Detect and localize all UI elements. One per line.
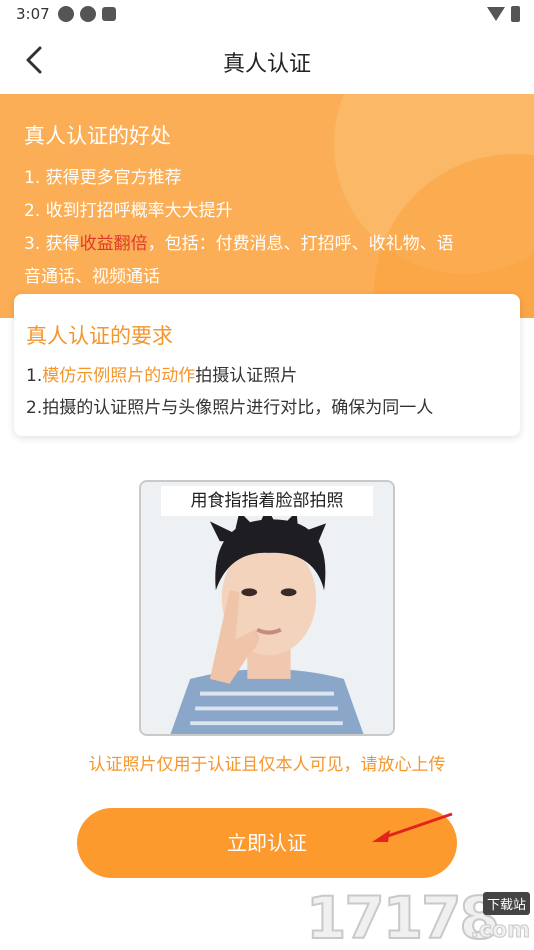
site-watermark: 17178 下载站 .com bbox=[305, 883, 534, 950]
status-notification-icons bbox=[58, 6, 116, 22]
benefit-item: 音通话、视频通话 bbox=[24, 267, 160, 287]
requirements-card: 真人认证的要求 1.模仿示例照片的动作拍摄认证照片 2.拍摄的认证照片与头像照片… bbox=[14, 294, 520, 436]
benefit-item-prefix: 3. 获得 bbox=[24, 234, 80, 254]
watermark-digits: 17178 bbox=[305, 883, 501, 950]
sample-photo: 用食指指着脸部拍照 bbox=[139, 480, 395, 736]
benefit-highlight: 收益翻倍 bbox=[79, 234, 148, 254]
benefit-item-suffix: ，包括：付费消息、打招呼、收礼物、语 bbox=[147, 234, 454, 254]
page-title: 真人认证 bbox=[222, 52, 311, 77]
benefits-panel: 真人认证的好处 1. 获得更多官方推荐 2. 收到打招呼概率大大提升 3. 获得… bbox=[0, 94, 534, 318]
watermark-tag: 下载站 bbox=[482, 892, 530, 915]
privacy-note: 认证照片仅用于认证且仅本人可见，请放心上传 bbox=[88, 755, 446, 775]
benefits-title: 真人认证的好处 bbox=[24, 124, 171, 148]
status-time: 3:07 bbox=[16, 5, 50, 23]
battery-icon bbox=[511, 6, 520, 22]
status-bar: 3:07 bbox=[0, 0, 534, 28]
nav-bar: 真人认证 bbox=[0, 28, 534, 94]
requirement-item: 2.拍摄的认证照片与头像照片进行对比，确保为同一人 bbox=[26, 398, 434, 418]
wifi-icon bbox=[487, 7, 505, 21]
sample-photo-caption: 用食指指着脸部拍照 bbox=[161, 486, 373, 516]
requirement-item-suffix: 拍摄认证照片 bbox=[195, 366, 298, 386]
notification-icon bbox=[80, 6, 96, 22]
red-arrow-annotation bbox=[372, 812, 453, 842]
requirements-title: 真人认证的要求 bbox=[26, 324, 173, 348]
benefits-content: 真人认证的好处 1. 获得更多官方推荐 2. 收到打招呼概率大大提升 3. 获得… bbox=[24, 120, 510, 294]
requirement-highlight: 模仿示例照片的动作 bbox=[42, 366, 196, 386]
benefit-item: 1. 获得更多官方推荐 bbox=[24, 168, 182, 188]
app-notification-icon bbox=[102, 7, 116, 21]
requirement-item: 1.模仿示例照片的动作拍摄认证照片 bbox=[26, 360, 508, 392]
requirement-item-prefix: 1. bbox=[26, 366, 43, 386]
sample-photo-image bbox=[141, 482, 393, 734]
status-system-icons bbox=[487, 6, 520, 22]
benefit-item: 2. 收到打招呼概率大大提升 bbox=[24, 201, 233, 221]
notification-icon bbox=[58, 6, 74, 22]
benefit-item: 3. 获得收益翻倍，包括：付费消息、打招呼、收礼物、语 bbox=[24, 228, 510, 261]
watermark-com: .com bbox=[470, 918, 530, 944]
